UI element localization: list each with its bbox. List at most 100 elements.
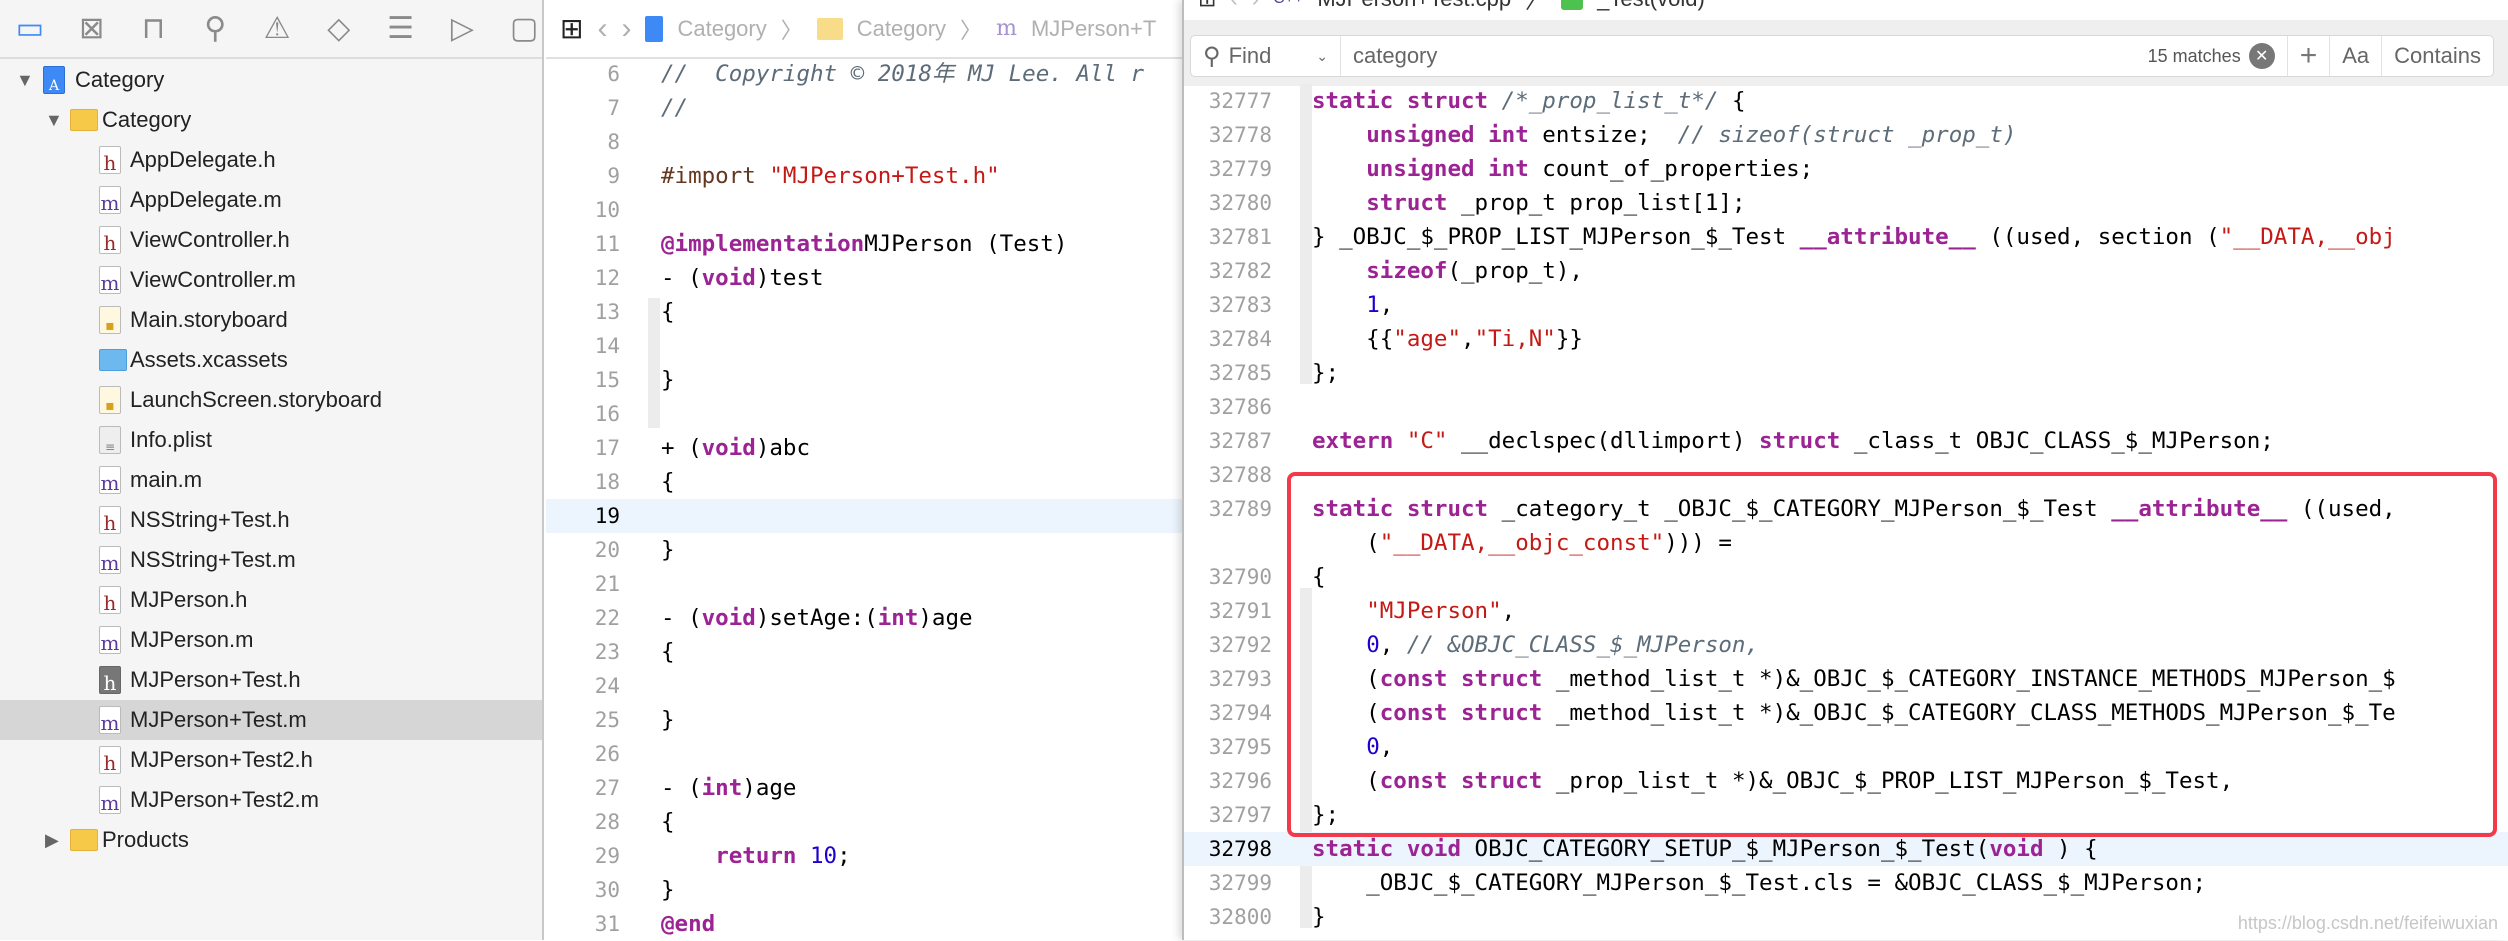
code-text: } <box>1312 900 1326 934</box>
code-line[interactable]: 32777 static struct /*_prop_list_t*/ { <box>1184 84 2508 118</box>
code-line[interactable]: 20} <box>546 533 1186 567</box>
code-line[interactable]: 6 // Copyright © 2018年 MJ Lee. All r <box>546 57 1186 91</box>
disclosure-expanded-icon[interactable]: ▼ <box>16 70 34 91</box>
tree-item[interactable]: m MJPerson+Test.m <box>0 700 542 740</box>
code-line[interactable]: 32778 unsigned int entsize; // sizeof(st… <box>1184 118 2508 152</box>
code-line[interactable]: 18 { <box>546 465 1186 499</box>
test-icon[interactable]: ◇ <box>321 7 357 51</box>
code-line[interactable]: 21 <box>546 567 1186 601</box>
debug-icon[interactable]: ☰ <box>383 7 419 51</box>
code-text: + (void)abc <box>661 431 810 465</box>
code-token: _prop_t prop_list[1]; <box>1447 190 1746 216</box>
tree-item[interactable]: h MJPerson+Test.h <box>0 660 542 700</box>
code-line[interactable]: 15} <box>546 363 1186 397</box>
code-line[interactable]: 11 @implementationMJPerson (Test) <box>546 227 1186 261</box>
code-line[interactable]: 32799 _OBJC_$_CATEGORY_MJPerson_$_Test.c… <box>1184 866 2508 900</box>
code-line[interactable]: 32782 sizeof(_prop_t), <box>1184 254 2508 288</box>
tree-item[interactable]: m MJPerson.m <box>0 620 542 660</box>
code-line[interactable]: 7 // <box>546 91 1186 125</box>
code-text: } _OBJC_$_PROP_LIST_MJPerson_$_Test __at… <box>1312 220 2396 254</box>
code-line[interactable]: 13 { <box>546 295 1186 329</box>
code-line[interactable]: 29 return 10; <box>546 839 1186 873</box>
tree-item[interactable]: Assets.xcassets <box>0 340 542 380</box>
related-items-icon[interactable]: ⊞ <box>1198 0 1216 12</box>
code-line[interactable]: 24 <box>546 669 1186 703</box>
code-line[interactable]: 32780 struct _prop_t prop_list[1]; <box>1184 186 2508 220</box>
line-number: 31 <box>594 912 620 936</box>
code-line[interactable]: 30} <box>546 873 1186 907</box>
code-text: } <box>661 363 675 397</box>
code-area[interactable]: 6 // Copyright © 2018年 MJ Lee. All r 7 // 8 9… <box>546 57 1186 940</box>
disclosure-collapsed-icon[interactable]: ▶ <box>45 830 59 851</box>
code-token: "C" <box>1406 428 1448 454</box>
breadcrumb-file[interactable]: MJPerson+T <box>1031 16 1156 42</box>
code-line[interactable]: 32781} _OBJC_$_PROP_LIST_MJPerson_$_Test… <box>1184 220 2508 254</box>
m-file-icon: m <box>99 466 121 494</box>
code-line[interactable]: 28 { <box>546 805 1186 839</box>
disclosure-expanded-icon[interactable]: ▼ <box>45 110 63 131</box>
find-input[interactable]: category 15 matches ✕ <box>1341 36 2288 76</box>
code-line[interactable]: 19 <box>546 499 1186 533</box>
code-line[interactable]: 22 - (void)setAge:(int)age <box>546 601 1186 635</box>
tree-item[interactable]: ▪ Main.storyboard <box>0 300 542 340</box>
forward-button[interactable]: › <box>621 12 631 46</box>
folder-icon[interactable]: ▭ <box>12 7 48 51</box>
code-line[interactable]: 8 <box>546 125 1186 159</box>
code-line[interactable]: 23 { <box>546 635 1186 669</box>
back-button[interactable]: ‹ <box>597 12 607 46</box>
breakpoint-icon[interactable]: ▷ <box>444 7 480 51</box>
tree-item[interactable]: ≡ Info.plist <box>0 420 542 460</box>
match-case-button[interactable]: Aa <box>2330 36 2383 76</box>
tree-item-label: Products <box>102 827 189 852</box>
code-line[interactable]: 32785}; <box>1184 356 2508 390</box>
forward-button[interactable]: › <box>1252 0 1259 12</box>
tree-item[interactable]: ▶ Products <box>0 820 542 860</box>
add-pattern-button[interactable]: + <box>2288 36 2331 76</box>
code-line[interactable]: 32787 extern "C" __declspec(dllimport) st… <box>1184 424 2508 458</box>
tree-item[interactable]: m main.m <box>0 460 542 500</box>
tree-item[interactable]: h MJPerson.h <box>0 580 542 620</box>
tree-item[interactable]: m AppDelegate.m <box>0 180 542 220</box>
tree-item[interactable]: ▼ A Category <box>0 60 542 100</box>
code-line[interactable]: 9 #import "MJPerson+Test.h" <box>546 159 1186 193</box>
hierarchy-icon[interactable]: ⊓ <box>136 7 172 51</box>
tree-item[interactable]: h AppDelegate.h <box>0 140 542 180</box>
code-line[interactable]: 31 @end <box>546 907 1186 941</box>
code-line[interactable]: 17 + (void)abc <box>546 431 1186 465</box>
tree-item[interactable]: h MJPerson+Test2.h <box>0 740 542 780</box>
code-line[interactable]: 32784 {{"age","Ti,N"}} <box>1184 322 2508 356</box>
code-token: { <box>1718 88 1746 114</box>
warning-icon[interactable]: ⚠ <box>259 7 295 51</box>
code-token: ; <box>837 843 851 869</box>
back-button[interactable]: ‹ <box>1230 0 1237 12</box>
code-line[interactable]: 32779 unsigned int count_of_properties; <box>1184 152 2508 186</box>
tree-item[interactable]: h ViewController.h <box>0 220 542 260</box>
breadcrumb-group[interactable]: Category <box>857 16 946 42</box>
clear-search-icon[interactable]: ✕ <box>2248 43 2275 69</box>
tree-item[interactable]: h NSString+Test.h <box>0 500 542 540</box>
find-mode-select[interactable]: ⚲ Find ⌄ <box>1191 36 1341 76</box>
code-line[interactable]: 27 - (int)age <box>546 771 1186 805</box>
code-line[interactable]: 32786 <box>1184 390 2508 424</box>
code-line[interactable]: 25} <box>546 703 1186 737</box>
report-icon[interactable]: ▢ <box>506 7 542 51</box>
tree-item[interactable]: m ViewController.m <box>0 260 542 300</box>
code-line[interactable]: 26 <box>546 737 1186 771</box>
tree-item[interactable]: m MJPerson+Test2.m <box>0 780 542 820</box>
match-type-select[interactable]: Contains <box>2382 36 2493 76</box>
source-control-icon[interactable]: ⊠ <box>74 7 110 51</box>
code-line[interactable]: 32783 1, <box>1184 288 2508 322</box>
breadcrumb-project[interactable]: Category <box>677 16 766 42</box>
code-line[interactable]: 16 <box>546 397 1186 431</box>
tree-item[interactable]: m NSString+Test.m <box>0 540 542 580</box>
search-icon[interactable]: ⚲ <box>197 7 233 51</box>
code-line[interactable]: 32798 static void OBJC_CATEGORY_SETUP_$_M… <box>1184 832 2508 866</box>
related-items-icon[interactable]: ⊞ <box>560 12 583 45</box>
code-line[interactable]: 12 - (void)test <box>546 261 1186 295</box>
code-line[interactable]: 14 <box>546 329 1186 363</box>
tree-item[interactable]: ▪ LaunchScreen.storyboard <box>0 380 542 420</box>
breadcrumb-file[interactable]: MJPerson+Test.cpp <box>1317 0 1511 12</box>
breadcrumb-function[interactable]: _Test(void) <box>1597 0 1705 12</box>
tree-item[interactable]: ▼ Category <box>0 100 542 140</box>
code-line[interactable]: 10 <box>546 193 1186 227</box>
